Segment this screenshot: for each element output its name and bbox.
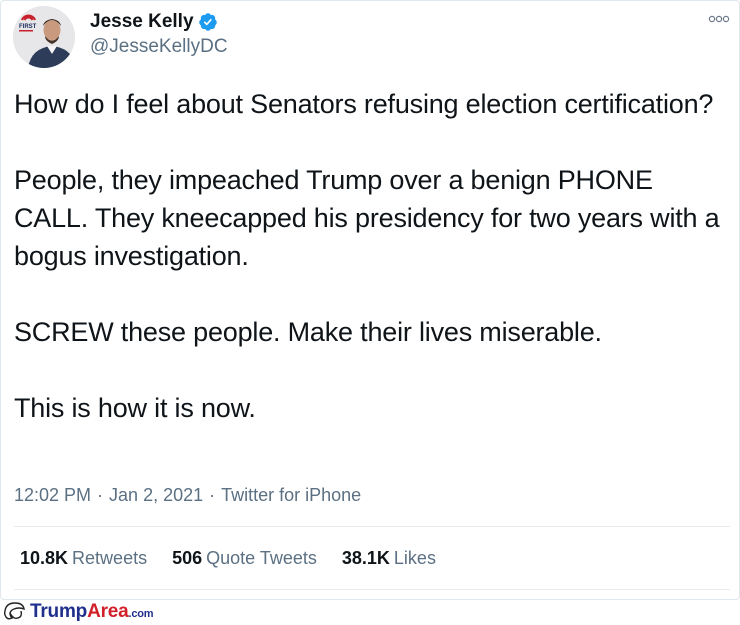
retweets-label: Retweets [72,548,148,568]
tweet-meta: 12:02 PM · Jan 2, 2021 · Twitter for iPhone [14,484,361,506]
meta-separator: · [97,485,104,505]
tweet-date[interactable]: Jan 2, 2021 [109,485,203,505]
retweets-count: 10.8K [20,548,69,568]
author-name[interactable]: Jesse Kelly [90,11,194,33]
divider [14,589,730,590]
tweet-time[interactable]: 12:02 PM [14,485,91,505]
avatar[interactable]: FIRST [13,6,75,68]
watermark-brand-b: Area [87,601,129,622]
tweet-source[interactable]: Twitter for iPhone [221,485,361,505]
avatar-logo-text: FIRST [19,24,37,30]
trump-silhouette-icon [3,602,25,620]
watermark-brand-a: Trump [30,601,88,622]
quote-tweets-count: 506 [172,548,203,568]
watermark-text: TrumpArea.com [30,601,154,623]
meta-separator: · [209,485,216,505]
engagement-stats: 10.8K Retweets 506 Quote Tweets 38.1K Likes [20,547,461,569]
verified-badge-icon [198,13,217,31]
divider [14,526,730,527]
likes-count: 38.1K [341,548,390,568]
tweet-text: How do I feel about Senators refusing el… [14,85,729,427]
author-handle[interactable]: @JesseKellyDC [90,36,228,58]
quote-tweets-label: Quote Tweets [206,548,317,568]
tweet-paragraph: People, they impeached Trump over a beni… [14,165,720,271]
tweet-paragraph: SCREW these people. Make their lives mis… [14,317,602,347]
retweets-stat[interactable]: 10.8K Retweets [20,547,147,569]
more-options-icon[interactable] [707,11,731,27]
tweet-card: FIRST Jesse Kelly @JesseKellyDC How do I… [0,0,740,600]
likes-label: Likes [393,548,436,568]
watermark-domain: .com [128,608,154,620]
tweet-paragraph: This is how it is now. [14,393,256,423]
tweet-paragraph: How do I feel about Senators refusing el… [14,89,714,119]
author-name-row[interactable]: Jesse Kelly [90,11,218,33]
likes-stat[interactable]: 38.1K Likes [342,547,436,569]
site-watermark: TrumpArea.com [2,601,154,623]
quote-tweets-stat[interactable]: 506 Quote Tweets [172,547,317,569]
